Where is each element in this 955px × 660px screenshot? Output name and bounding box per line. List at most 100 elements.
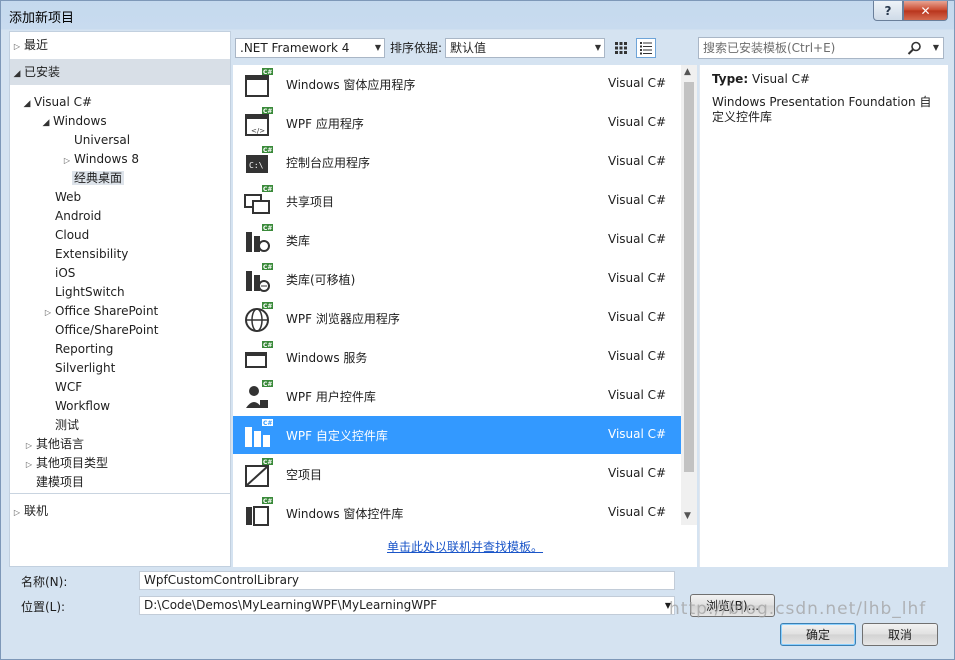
scroll-up-icon[interactable]: ▲ [684, 67, 691, 77]
tree-section-online[interactable]: ▷ 联机 [10, 498, 230, 524]
expand-arrow-icon[interactable]: ▷ [10, 34, 24, 60]
location-combobox[interactable]: D:\Code\Demos\MyLearningWPF\MyLearningWP… [139, 596, 675, 615]
dialog-body: ▷ 最近 ◢ 已安装 ◢ Visual C# ◢ Windows Universal ▷… [9, 31, 948, 653]
grid-view-icon [615, 42, 627, 54]
tree-item-reporting[interactable]: Reporting [55, 340, 113, 359]
expand-arrow-icon[interactable]: ▷ [41, 303, 55, 322]
tree-item-windows8[interactable]: ▷ Windows 8 [60, 150, 139, 169]
tree-item-extensibility[interactable]: Extensibility [55, 245, 128, 264]
help-icon: ? [884, 3, 892, 18]
cancel-button[interactable]: 取消 [862, 623, 938, 646]
template-row-empty-project[interactable]: C# 空项目 Visual C# [233, 455, 681, 493]
svg-text:C#: C# [263, 108, 272, 115]
svg-text:C#: C# [263, 147, 272, 154]
class-library-icon: C# [246, 224, 273, 252]
tree-section-label: 已安装 [24, 65, 61, 79]
tree-item-other-project-types[interactable]: ▷ 其他项目类型 [22, 454, 108, 473]
find-templates-online-link[interactable]: 单击此处以联机并查找模板。 [387, 538, 543, 555]
framework-value: .NET Framework 4 [240, 41, 350, 55]
collapse-arrow-icon[interactable]: ◢ [20, 95, 34, 114]
tree-item-web[interactable]: Web [55, 188, 81, 207]
project-name-input[interactable]: WpfCustomControlLibrary [139, 571, 675, 590]
tree-item-cloud[interactable]: Cloud [55, 226, 89, 245]
tree-item-label: Silverlight [55, 361, 116, 375]
wpf-user-control-icon: C# [246, 380, 273, 408]
svg-text:C#: C# [263, 498, 272, 505]
template-language: Visual C# [608, 310, 667, 324]
svg-text:C#: C# [263, 69, 272, 76]
chevron-down-icon[interactable]: ▼ [933, 38, 939, 58]
template-language: Visual C# [608, 271, 667, 285]
tree-item-label: Office/SharePoint [55, 323, 159, 337]
template-category-tree: ▷ 最近 ◢ 已安装 ◢ Visual C# ◢ Windows Universal ▷… [9, 31, 231, 567]
tree-item-label: Cloud [55, 228, 90, 242]
template-row-wpf-browser-app[interactable]: C# WPF 浏览器应用程序 Visual C# [233, 299, 681, 337]
dialog-title: 添加新项目 [9, 11, 75, 26]
tree-section-installed[interactable]: ◢ 已安装 [10, 59, 230, 85]
tree-item-workflow[interactable]: Workflow [55, 397, 110, 416]
wpf-app-icon: </> C# [245, 107, 273, 136]
template-row-wpf-app[interactable]: </> C# WPF 应用程序 Visual C# [233, 104, 681, 142]
watermark: http://blog.csdn.net/lhb_lhf [669, 599, 927, 619]
wpf-browser-app-icon: C# [245, 302, 273, 332]
collapse-arrow-icon[interactable]: ◢ [39, 114, 53, 133]
template-language: Visual C# [608, 388, 667, 402]
list-view-button[interactable] [636, 38, 656, 58]
template-row-wpf-user-control[interactable]: C# WPF 用户控件库 Visual C# [233, 377, 681, 415]
template-search-input[interactable]: 搜索已安装模板(Ctrl+E) ▼ [698, 37, 944, 59]
svg-text:C#: C# [263, 381, 272, 388]
tree-item-lightswitch[interactable]: LightSwitch [55, 283, 125, 302]
chevron-down-icon: ▼ [594, 43, 601, 52]
tree-item-classic-desktop[interactable]: 经典桌面 [72, 169, 125, 188]
tree-section-recent[interactable]: ▷ 最近 [10, 32, 230, 58]
template-row-windows-service[interactable]: C# Windows 服务 Visual C# [233, 338, 681, 376]
tree-section-label: 最近 [24, 38, 49, 52]
type-label: Type: [712, 72, 749, 86]
tree-item-visual-csharp[interactable]: ◢ Visual C# [20, 93, 93, 114]
help-button[interactable]: ? [873, 1, 903, 21]
sort-dropdown[interactable]: 默认值 ▼ [445, 38, 605, 58]
tree-item-android[interactable]: Android [55, 207, 101, 226]
scroll-thumb[interactable] [684, 82, 694, 472]
expand-arrow-icon[interactable]: ▷ [22, 436, 36, 455]
template-language: Visual C# [608, 505, 667, 519]
title-bar[interactable]: 添加新项目 ? ✕ [1, 1, 954, 29]
template-row-winforms-app[interactable]: C# Windows 窗体应用程序 Visual C# [233, 65, 681, 103]
template-name: WPF 浏览器应用程序 [286, 312, 400, 326]
template-row-console-app[interactable]: C:\ C# 控制台应用程序 Visual C# [233, 143, 681, 181]
scroll-down-icon[interactable]: ▼ [684, 511, 691, 521]
close-button[interactable]: ✕ [903, 1, 948, 21]
template-name: 共享项目 [286, 195, 335, 209]
template-row-winforms-control[interactable]: C# Windows 窗体控件库 Visual C# [233, 494, 681, 532]
template-list-scrollbar[interactable]: ▲ ▼ [681, 65, 697, 525]
tree-item-office-slash-sharepoint[interactable]: Office/SharePoint [55, 321, 159, 340]
template-name: Windows 窗体控件库 [286, 507, 404, 521]
tree-item-label: Visual C# [34, 95, 93, 109]
expand-arrow-icon[interactable]: ▷ [22, 455, 36, 474]
ok-button[interactable]: 确定 [780, 623, 856, 646]
expand-arrow-icon[interactable]: ▷ [10, 500, 24, 526]
template-row-class-library[interactable]: C# 类库 Visual C# [233, 221, 681, 259]
tree-item-other-languages[interactable]: ▷ 其他语言 [22, 435, 84, 454]
type-value: Visual C# [751, 72, 811, 86]
template-name: Windows 服务 [286, 351, 368, 365]
tree-item-label: Extensibility [55, 247, 129, 261]
tree-item-ios[interactable]: iOS [55, 264, 75, 283]
small-icons-view-button[interactable] [611, 38, 631, 58]
collapse-arrow-icon[interactable]: ◢ [10, 61, 24, 87]
tree-item-test[interactable]: 测试 [55, 416, 79, 435]
tree-item-universal[interactable]: Universal [74, 131, 130, 150]
tree-item-silverlight[interactable]: Silverlight [55, 359, 115, 378]
template-row-shared-project[interactable]: C# 共享项目 Visual C# [233, 182, 681, 220]
tree-item-label: LightSwitch [55, 285, 125, 299]
tree-item-office-sharepoint[interactable]: ▷ Office SharePoint [41, 302, 158, 321]
tree-item-wcf[interactable]: WCF [55, 378, 82, 397]
tree-item-modeling-projects[interactable]: 建模项目 [36, 473, 84, 492]
tree-item-windows[interactable]: ◢ Windows [39, 112, 107, 131]
framework-dropdown[interactable]: .NET Framework 4 ▼ [235, 38, 385, 58]
template-row-portable-library[interactable]: C# 类库(可移植) Visual C# [233, 260, 681, 298]
template-language: Visual C# [608, 115, 667, 129]
project-name-value: WpfCustomControlLibrary [144, 573, 300, 587]
template-row-wpf-custom-control[interactable]: C# WPF 自定义控件库 Visual C# [233, 416, 681, 454]
expand-arrow-icon[interactable]: ▷ [60, 151, 74, 170]
